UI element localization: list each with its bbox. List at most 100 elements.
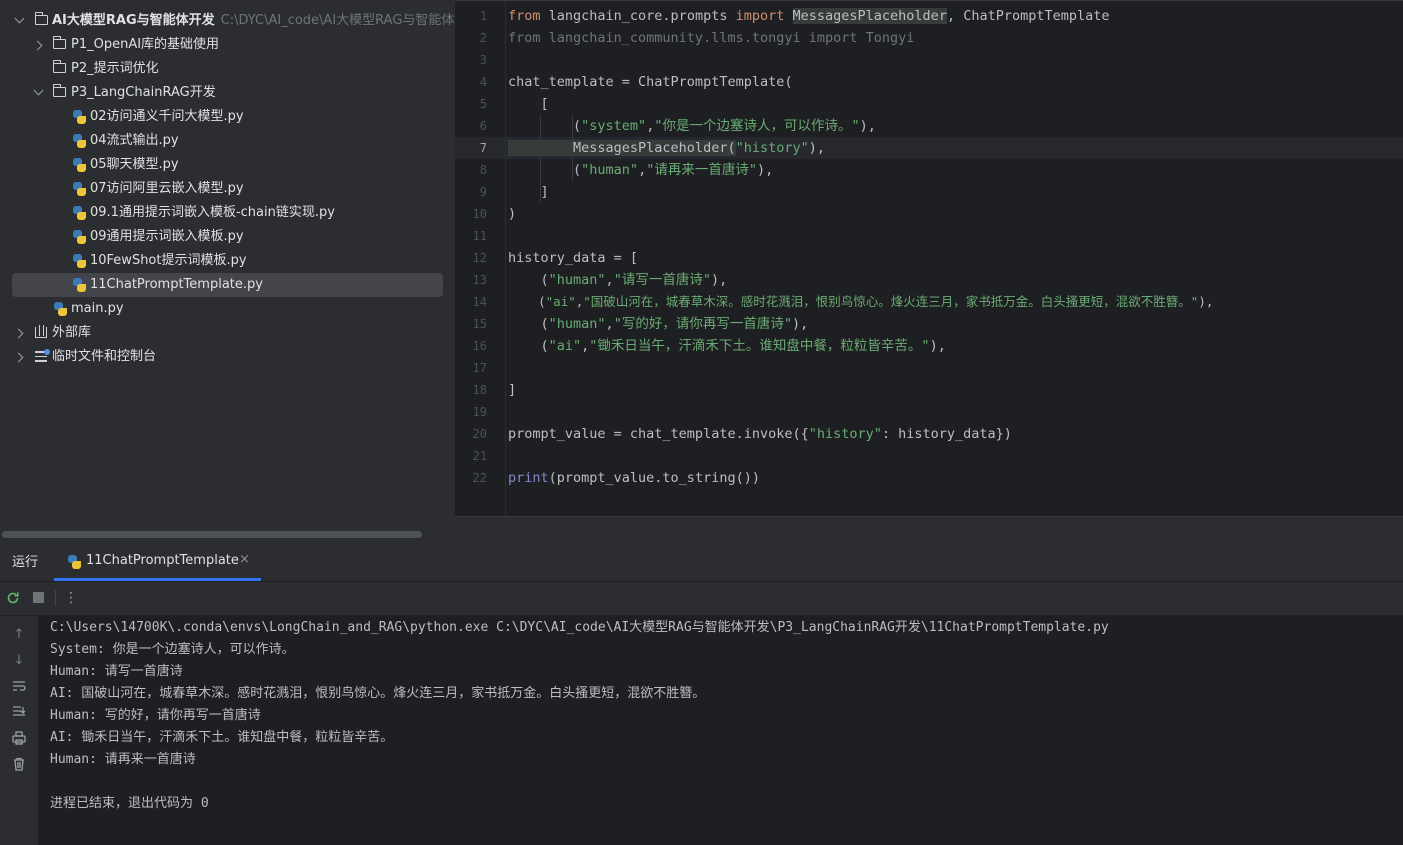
- rerun-icon[interactable]: [5, 590, 21, 606]
- folder-icon: [52, 60, 66, 73]
- line-number: 6: [479, 119, 487, 133]
- library-icon: [35, 325, 47, 338]
- code-text: ,: [638, 162, 647, 178]
- line-number: 1: [479, 9, 487, 23]
- code-editor[interactable]: 1 2 3 4 5 6 7 8 9 10 11 12 13 14 15 16 17 18 19 20 21 22 from…: [455, 0, 1403, 517]
- line-number: 7: [479, 141, 487, 155]
- tree-item-label: 07访问阿里云嵌入模型.py: [90, 181, 244, 196]
- code-line-10: ): [508, 206, 517, 222]
- tree-item-p3[interactable]: P3_LangChainRAG开发: [0, 81, 455, 105]
- print-icon[interactable]: [11, 731, 27, 747]
- python-file-icon: [72, 158, 86, 172]
- tree-item-label: 外部库: [52, 325, 92, 340]
- folder-icon: [34, 12, 48, 25]
- tree-file-09-1[interactable]: 09.1通用提示词嵌入模板-chain链实现.py: [0, 201, 455, 225]
- tree-root-path: C:\DYC\AI_code\AI大模型RAG与智能体开: [220, 13, 455, 28]
- code-text: ),: [929, 338, 946, 354]
- python-file-icon: [72, 254, 86, 268]
- tree-item-p2[interactable]: P2_提示词优化: [0, 57, 455, 81]
- console-line: System: 你是一个边塞诗人，可以作诗。: [50, 642, 295, 657]
- chevron-down-icon[interactable]: [33, 85, 44, 96]
- line-number: 8: [479, 163, 487, 177]
- code-line-22: print(prompt_value.to_string()): [508, 467, 1403, 489]
- line-number: 5: [479, 97, 487, 111]
- code-line-16: ("ai","锄禾日当午，汗滴禾下土。谁知盘中餐，粒粒皆辛苦。"),: [508, 335, 1403, 357]
- chevron-down-icon[interactable]: [14, 13, 25, 24]
- console-line: Human: 请再来一首唐诗: [50, 752, 196, 767]
- toolbar-separator: [55, 590, 56, 606]
- code-text: ),: [859, 118, 876, 134]
- folder-icon: [52, 36, 66, 49]
- run-tool-window-header: 运行 11ChatPromptTemplate ×: [0, 540, 1403, 582]
- tree-item-p1[interactable]: P1_OpenAI库的基础使用: [0, 33, 455, 57]
- tree-scratches[interactable]: 临时文件和控制台: [0, 345, 455, 369]
- tree-file-main[interactable]: main.py: [0, 297, 455, 321]
- tree-file-04[interactable]: 04流式输出.py: [0, 129, 455, 153]
- code-text: : history_data}): [881, 426, 1012, 442]
- code-line-14: ("ai","国破山河在，城春草木深。感时花溅泪，恨别鸟惊心。烽火连三月，家书抵…: [508, 291, 1403, 313]
- code-line-15: ("human","写的好，请你再写一首唐诗"),: [508, 313, 1403, 335]
- tree-file-02[interactable]: 02访问通义千问大模型.py: [0, 105, 455, 129]
- highlighted-identifier: MessagesPlaceholder: [792, 8, 947, 24]
- string-literal: "ai": [548, 338, 582, 354]
- python-file-icon: [72, 230, 86, 244]
- string-literal: "human": [548, 272, 606, 288]
- code-line-13: ("human","请写一首唐诗"),: [508, 269, 1403, 291]
- scroll-to-end-icon[interactable]: [11, 705, 27, 721]
- code-text: (: [508, 316, 549, 332]
- tree-file-10[interactable]: 10FewShot提示词模板.py: [0, 249, 455, 273]
- more-icon[interactable]: ⋮: [63, 590, 79, 606]
- code-line-4: chat_template = ChatPromptTemplate(: [508, 74, 793, 90]
- trash-icon[interactable]: [11, 757, 27, 773]
- line-number: 4: [479, 75, 487, 89]
- code-line-9: ]: [508, 184, 549, 200]
- scroll-down-icon[interactable]: ↓: [11, 653, 27, 669]
- tree-file-11-selected[interactable]: 11ChatPromptTemplate.py: [12, 273, 443, 297]
- soft-wrap-icon[interactable]: [11, 679, 27, 695]
- chevron-right-icon[interactable]: [32, 40, 43, 51]
- console-line: 进程已结束，退出代码为 0: [50, 796, 209, 811]
- string-literal: "ai": [545, 294, 576, 309]
- python-file-icon: [72, 134, 86, 148]
- code-line-7: MessagesPlaceholder("history"),: [508, 137, 1403, 159]
- line-number: 3: [479, 53, 487, 67]
- code-text: MessagesPlaceholder(: [508, 140, 736, 156]
- tree-item-label: P2_提示词优化: [71, 61, 159, 76]
- close-icon[interactable]: ×: [239, 552, 250, 567]
- string-literal: "请写一首唐诗": [613, 272, 711, 288]
- tree-file-07[interactable]: 07访问阿里云嵌入模型.py: [0, 177, 455, 201]
- tree-external-libraries[interactable]: 外部库: [0, 321, 455, 345]
- line-number: 12: [472, 251, 487, 265]
- code-text: , ChatPromptTemplate: [946, 8, 1110, 24]
- project-tree-panel: AI大模型RAG与智能体开发 C:\DYC\AI_code\AI大模型RAG与智能…: [0, 0, 455, 540]
- run-tab[interactable]: 11ChatPromptTemplate ×: [54, 540, 261, 581]
- code-text: (prompt_value.to_string()): [548, 470, 760, 486]
- code-text: ),: [756, 162, 774, 178]
- console-line: AI: 国破山河在，城春草木深。感时花溅泪，恨别鸟惊心。烽火连三月，家书抵万金。…: [50, 686, 706, 701]
- string-literal: "history": [735, 140, 809, 156]
- tree-item-label: main.py: [71, 301, 124, 316]
- line-number: 10: [472, 207, 487, 221]
- chevron-right-icon[interactable]: [13, 328, 24, 339]
- code-line-12: history_data = [: [508, 250, 639, 266]
- run-toolbar: ⋮: [0, 582, 1403, 616]
- keyword: from: [508, 8, 541, 24]
- line-number: 18: [472, 383, 487, 397]
- console-line: AI: 锄禾日当午，汗滴禾下土。谁知盘中餐，粒粒皆辛苦。: [50, 730, 394, 745]
- console-output[interactable]: C:\Users\14700K\.conda\envs\LongChain_an…: [38, 616, 1403, 845]
- code-line-1: from langchain_core.prompts import Messa…: [508, 5, 1403, 27]
- tree-root-label-wrap: AI大模型RAG与智能体开发 C:\DYC\AI_code\AI大模型RAG与智能…: [52, 9, 455, 33]
- horizontal-scrollbar[interactable]: [2, 531, 422, 538]
- code-text: ,: [605, 272, 614, 288]
- tree-item-label: P1_OpenAI库的基础使用: [71, 37, 220, 52]
- tree-file-09[interactable]: 09通用提示词嵌入模板.py: [0, 225, 455, 249]
- code-text: ),: [808, 140, 825, 156]
- tree-root-row[interactable]: AI大模型RAG与智能体开发 C:\DYC\AI_code\AI大模型RAG与智能…: [0, 9, 455, 33]
- scroll-up-icon[interactable]: ↑: [11, 627, 27, 643]
- tree-item-label: 11ChatPromptTemplate.py: [90, 277, 263, 292]
- stop-icon[interactable]: [31, 590, 47, 606]
- tree-file-05[interactable]: 05聊天模型.py: [0, 153, 455, 177]
- line-number: 14: [472, 295, 487, 309]
- code-text: (: [508, 162, 582, 178]
- chevron-right-icon[interactable]: [13, 352, 24, 363]
